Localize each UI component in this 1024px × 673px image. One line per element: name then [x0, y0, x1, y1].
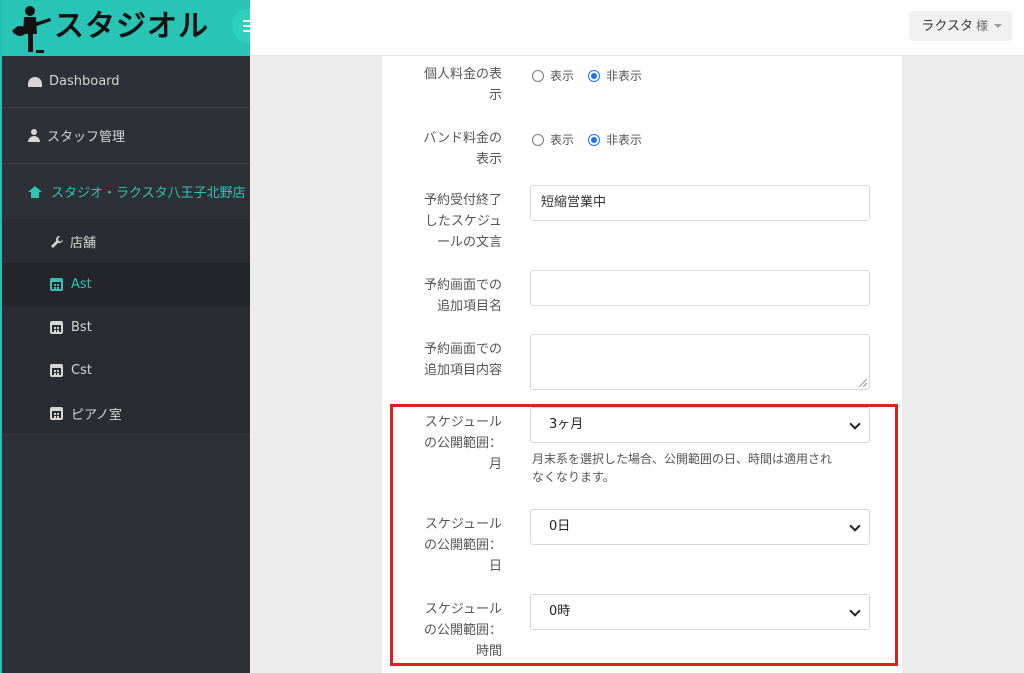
sidebar-item-studio[interactable]: スタジオ・ラクスタ八王子北野店	[2, 164, 250, 220]
personal-fee-show-radio[interactable]	[532, 69, 544, 82]
studio-submenu: 店舗 Ast Bst Cst ピアノ室	[2, 220, 250, 435]
band-fee-label: バンド料金の 表示	[423, 131, 502, 167]
calendar-icon	[50, 278, 63, 291]
extra-item-content-label: 予約画面での 追加項目内容	[423, 342, 502, 378]
dashboard-icon	[28, 76, 42, 87]
sidebar-item-label: 店舗	[70, 236, 97, 251]
sidebar-item-label: Cst	[71, 363, 92, 378]
sidebar-item-piano-room[interactable]: ピアノ室	[2, 392, 250, 435]
brand-logo[interactable]: スタジオル	[2, 0, 250, 56]
personal-fee-label: 個人料金の表 示	[423, 67, 502, 103]
closed-text-label: 予約受付終了 したスケジュ ールの文言	[423, 193, 502, 250]
topbar: ラクスタ様	[250, 0, 1024, 56]
sidebar-item-dashboard[interactable]: Dashboard	[2, 56, 250, 108]
calendar-icon	[50, 406, 63, 420]
chevron-down-icon	[849, 605, 861, 617]
sidebar-item-store[interactable]: 店舗	[2, 220, 250, 263]
personal-fee-radio-group: 表示 非表示	[532, 67, 656, 84]
resize-handle-icon[interactable]	[859, 379, 867, 387]
calendar-icon	[50, 364, 63, 377]
range-day-label: スケジュール の公開範囲： 日	[423, 517, 502, 574]
sidebar-item-label: Bst	[71, 320, 92, 335]
sidebar-item-label: スタジオ・ラクスタ八王子北野店	[51, 186, 246, 201]
personal-fee-hide-radio[interactable]	[588, 69, 601, 82]
logo-text: スタジオル	[54, 9, 209, 44]
settings-form-panel: 個人料金の表 示 表示 非表示 バンド料金の 表示 表示 非表示 予約受付終了 …	[382, 56, 902, 673]
sidebar-item-staff[interactable]: スタッフ管理	[2, 108, 250, 164]
range-day-select[interactable]: 0日	[530, 509, 870, 545]
user-name: ラクスタ	[921, 19, 973, 34]
extra-item-name-label: 予約画面での 追加項目名	[423, 278, 502, 314]
sidebar-item-label: ピアノ室	[71, 407, 122, 423]
wrench-icon	[51, 235, 63, 248]
extra-item-content-textarea[interactable]	[530, 334, 870, 390]
sidebar-item-cst[interactable]: Cst	[2, 349, 250, 392]
sidebar-item-ast[interactable]: Ast	[2, 263, 250, 306]
guitarist-logo-icon	[12, 6, 51, 53]
band-fee-hide-radio[interactable]	[588, 133, 601, 146]
caret-down-icon	[994, 24, 1002, 28]
main-content: 個人料金の表 示 表示 非表示 バンド料金の 表示 表示 非表示 予約受付終了 …	[250, 56, 1024, 673]
sidebar-item-label: Dashboard	[49, 74, 120, 89]
user-suffix: 様	[975, 19, 988, 33]
range-hour-label: スケジュール の公開範囲： 時間	[423, 602, 502, 659]
closed-text-input[interactable]: 短縮営業中	[530, 185, 870, 221]
range-hour-select[interactable]: 0時	[530, 594, 870, 630]
chevron-down-icon	[849, 418, 861, 430]
band-fee-show-radio[interactable]	[532, 133, 544, 146]
user-menu-button[interactable]: ラクスタ様	[909, 11, 1012, 41]
chevron-down-icon	[849, 520, 861, 532]
sidebar-item-label: Ast	[71, 277, 92, 292]
user-icon	[28, 129, 40, 142]
sidebar: Dashboard スタッフ管理 スタジオ・ラクスタ八王子北野店 店舗 Ast …	[2, 56, 250, 673]
home-icon	[28, 185, 42, 198]
band-fee-radio-group: 表示 非表示	[532, 131, 656, 148]
sidebar-item-label: スタッフ管理	[47, 130, 126, 145]
calendar-icon	[50, 321, 63, 334]
extra-item-name-input[interactable]	[530, 270, 870, 306]
sidebar-item-bst[interactable]: Bst	[2, 306, 250, 349]
range-month-label: スケジュール の公開範囲： 月	[423, 415, 502, 472]
range-month-select[interactable]: 3ヶ月	[530, 407, 870, 443]
range-month-help-text: 月末系を選択した場合、公開範囲の日、時間は適用され なくなります。	[532, 452, 833, 484]
